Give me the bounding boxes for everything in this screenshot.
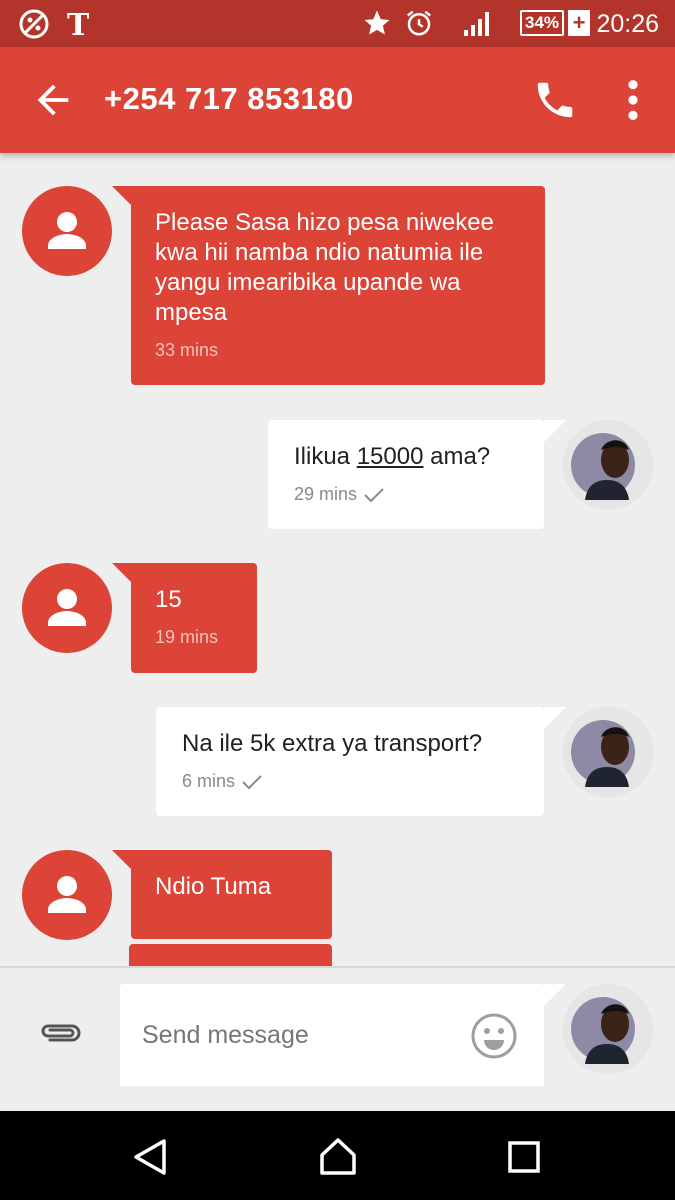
signal-icon xyxy=(464,12,489,36)
back-nav-icon[interactable] xyxy=(130,1137,170,1177)
delivered-check-icon xyxy=(242,775,262,790)
contact-avatar[interactable] xyxy=(22,563,112,653)
app-bar: +254 717 853180 xyxy=(0,47,675,153)
attachment-icon[interactable] xyxy=(38,1018,82,1048)
message-bubble-outgoing[interactable]: Ilikua 15000 ama? 29 mins xyxy=(268,420,544,529)
message-input-container[interactable] xyxy=(120,984,544,1086)
clock: 20:26 xyxy=(596,10,659,38)
message-bubble-incoming[interactable]: Ndio Tuma xyxy=(131,850,332,939)
alarm-icon xyxy=(407,10,431,36)
message-timestamp: 19 mins xyxy=(155,627,219,647)
more-vert-icon[interactable] xyxy=(618,77,648,123)
browser-app-icon xyxy=(19,9,49,39)
user-photo xyxy=(563,984,653,1074)
user-avatar[interactable] xyxy=(563,707,653,797)
battery-icon: 34% xyxy=(520,10,564,36)
bubble-tail xyxy=(544,420,566,442)
recents-nav-icon[interactable] xyxy=(506,1139,542,1175)
message-text: Ndio Tuma xyxy=(155,873,272,900)
user-avatar[interactable] xyxy=(563,420,653,510)
number-link[interactable]: 15000 xyxy=(357,443,424,470)
bubble-tail xyxy=(544,707,566,729)
user-photo xyxy=(563,707,653,797)
home-nav-icon[interactable] xyxy=(316,1135,360,1179)
person-icon xyxy=(48,212,86,249)
phone-icon[interactable] xyxy=(532,77,578,123)
navigation-bar xyxy=(0,1111,675,1200)
emoji-icon[interactable] xyxy=(470,1012,518,1060)
status-bar: T 34% + 20:26 xyxy=(0,0,675,47)
message-composer xyxy=(0,966,675,1111)
back-arrow-icon[interactable] xyxy=(30,77,76,123)
message-bubble-incoming[interactable] xyxy=(129,944,332,966)
message-bubble-incoming[interactable]: 15 19 mins xyxy=(131,563,257,673)
contact-avatar[interactable] xyxy=(22,186,112,276)
message-input[interactable] xyxy=(140,1014,464,1056)
battery-charging-icon: + xyxy=(568,10,590,36)
delivered-check-icon xyxy=(364,488,384,503)
message-text: Ilikua 15000 ama? xyxy=(294,443,491,470)
conversation-title: +254 717 853180 xyxy=(104,81,354,116)
user-photo xyxy=(563,420,653,510)
nytimes-icon: T xyxy=(67,8,90,40)
message-text: Na ile 5k extra ya transport? xyxy=(182,730,483,757)
message-thread[interactable]: Please Sasa hizo pesa niwekee kwa hii na… xyxy=(0,153,675,966)
send-as-avatar[interactable] xyxy=(563,984,653,1074)
message-timestamp: 33 mins xyxy=(155,340,219,360)
person-icon xyxy=(48,876,86,913)
message-text: 15 xyxy=(155,586,182,613)
person-icon xyxy=(48,589,86,626)
message-timestamp: 6 mins xyxy=(182,771,518,792)
star-icon xyxy=(364,10,390,35)
message-text: Please Sasa hizo pesa niwekee kwa hii na… xyxy=(155,209,494,326)
input-tail xyxy=(544,984,566,1006)
svg-text:T: T xyxy=(67,8,90,40)
message-bubble-outgoing[interactable]: Na ile 5k extra ya transport? 6 mins xyxy=(156,707,544,816)
message-bubble-incoming[interactable]: Please Sasa hizo pesa niwekee kwa hii na… xyxy=(131,186,545,385)
message-timestamp: 29 mins xyxy=(294,484,518,505)
contact-avatar[interactable] xyxy=(22,850,112,940)
